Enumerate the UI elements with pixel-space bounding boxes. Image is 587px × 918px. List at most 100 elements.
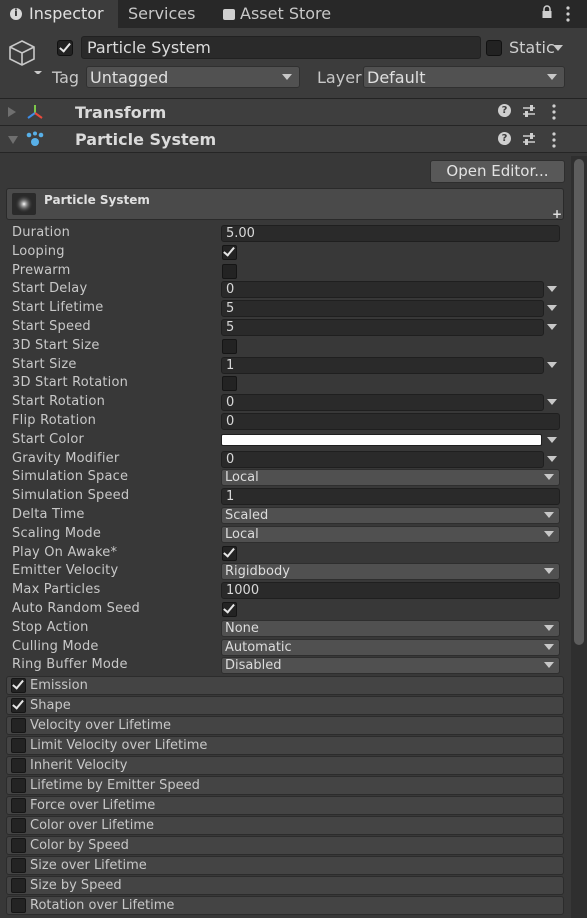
- emitter-velocity-dropdown[interactable]: Rigidbody: [221, 563, 560, 581]
- transform-component-header[interactable]: Transform ?: [0, 99, 587, 126]
- vertical-scrollbar[interactable]: [571, 156, 587, 918]
- main-module-header[interactable]: Particle System +: [6, 188, 564, 221]
- open-editor-button[interactable]: Open Editor...: [430, 160, 565, 183]
- tag-dropdown[interactable]: Untagged: [86, 66, 300, 88]
- scrollbar-thumb[interactable]: [574, 159, 584, 645]
- module-inherit-velocity[interactable]: Inherit Velocity: [6, 756, 564, 775]
- module-lifetime-by-emitter-speed[interactable]: Lifetime by Emitter Speed: [6, 776, 564, 795]
- play-on-awake-checkbox[interactable]: [222, 545, 237, 561]
- help-icon[interactable]: ?: [498, 132, 511, 145]
- particle-system-component-header[interactable]: Particle System ?: [0, 126, 587, 153]
- property-row-start-rotation: Start Rotation 0: [0, 393, 568, 412]
- property-row-play-on-awake: Play On Awake*: [0, 544, 568, 563]
- property-row-looping: Looping: [0, 243, 568, 262]
- culling-mode-dropdown[interactable]: Automatic: [221, 638, 560, 656]
- ring-buffer-mode-dropdown[interactable]: Disabled: [221, 657, 560, 675]
- module-enable-checkbox[interactable]: [11, 858, 26, 873]
- module-label: Lifetime by Emitter Speed: [30, 778, 200, 793]
- object-name-field[interactable]: Particle System: [81, 36, 481, 59]
- start-speed-field[interactable]: 5: [221, 319, 544, 336]
- property-row-delta-time: Delta Time Scaled: [0, 506, 568, 525]
- 3d-start-size-checkbox[interactable]: [222, 338, 237, 354]
- module-label: Force over Lifetime: [30, 798, 156, 813]
- curve-mode-dropdown-icon[interactable]: [547, 361, 557, 368]
- property-row-start-color: Start Color: [0, 431, 568, 450]
- looping-checkbox[interactable]: [222, 244, 237, 260]
- module-size-by-speed[interactable]: Size by Speed: [6, 876, 564, 895]
- module-enable-checkbox[interactable]: [11, 718, 26, 733]
- duration-field[interactable]: 5.00: [221, 225, 560, 242]
- start-delay-field[interactable]: 0: [221, 281, 544, 299]
- 3d-start-rotation-checkbox[interactable]: [222, 376, 237, 392]
- delta-time-dropdown[interactable]: Scaled: [221, 507, 560, 524]
- scaling-mode-dropdown[interactable]: Local: [221, 525, 560, 543]
- curve-mode-dropdown-icon[interactable]: [547, 286, 557, 293]
- start-rotation-field[interactable]: 0: [221, 394, 544, 412]
- color-mode-dropdown-icon[interactable]: [547, 436, 557, 443]
- curve-mode-dropdown-icon[interactable]: [547, 399, 557, 406]
- tag-label: Tag: [52, 68, 80, 87]
- module-enable-checkbox[interactable]: [11, 838, 26, 853]
- add-plus-icon[interactable]: +: [552, 207, 562, 221]
- collapse-triangle-icon[interactable]: [8, 107, 16, 117]
- curve-mode-dropdown-icon[interactable]: [547, 305, 557, 312]
- property-row-3d-start-rotation: 3D Start Rotation: [0, 374, 568, 393]
- module-color-over-lifetime[interactable]: Color over Lifetime: [6, 816, 564, 835]
- simulation-space-dropdown[interactable]: Local: [221, 469, 560, 487]
- gravity-modifier-field[interactable]: 0: [221, 450, 544, 468]
- kebab-menu-icon[interactable]: [566, 6, 570, 22]
- help-icon[interactable]: ?: [498, 104, 511, 117]
- preset-sliders-icon[interactable]: [522, 104, 536, 122]
- module-enable-checkbox[interactable]: [11, 778, 26, 793]
- property-label: Flip Rotation: [12, 413, 97, 428]
- module-enable-checkbox[interactable]: [11, 698, 26, 713]
- module-shape[interactable]: Shape: [6, 696, 564, 715]
- property-row-start-size: Start Size 1: [0, 356, 568, 375]
- curve-mode-dropdown-icon[interactable]: [547, 324, 557, 330]
- chevron-down-icon: [547, 74, 557, 80]
- module-enable-checkbox[interactable]: [11, 898, 26, 913]
- module-enable-checkbox[interactable]: [11, 798, 26, 813]
- module-rotation-over-lifetime[interactable]: Rotation over Lifetime: [6, 896, 564, 915]
- start-color-swatch[interactable]: [221, 433, 542, 446]
- stop-action-dropdown[interactable]: None: [221, 619, 560, 637]
- active-checkbox[interactable]: [57, 40, 73, 56]
- module-limit-velocity-over-lifetime[interactable]: Limit Velocity over Lifetime: [6, 736, 564, 755]
- preset-sliders-icon[interactable]: [522, 132, 536, 150]
- module-velocity-over-lifetime[interactable]: Velocity over Lifetime: [6, 716, 564, 735]
- auto-random-seed-checkbox[interactable]: [222, 602, 237, 617]
- stop-action-dropdown-value: None: [225, 620, 259, 636]
- module-emission[interactable]: Emission: [6, 676, 564, 695]
- expand-triangle-icon[interactable]: [8, 136, 18, 144]
- module-enable-checkbox[interactable]: [11, 818, 26, 833]
- static-dropdown-icon[interactable]: [553, 45, 563, 51]
- max-particles-field[interactable]: 1000: [221, 582, 560, 600]
- curve-mode-dropdown-icon[interactable]: [547, 455, 557, 462]
- chevron-down-icon: [544, 512, 554, 518]
- start-lifetime-field[interactable]: 5: [221, 300, 544, 318]
- main-module-title: Particle System: [44, 193, 150, 207]
- tab-asset-store[interactable]: Asset Store: [214, 0, 344, 28]
- simulation-speed-field[interactable]: 1: [221, 488, 560, 506]
- prewarm-checkbox[interactable]: [222, 263, 237, 279]
- property-label: Max Particles: [12, 582, 101, 598]
- module-size-over-lifetime[interactable]: Size over Lifetime: [6, 856, 564, 875]
- module-enable-checkbox[interactable]: [11, 678, 26, 693]
- flip-rotation-field[interactable]: 0: [221, 413, 560, 430]
- start-size-field[interactable]: 1: [221, 356, 544, 374]
- module-color-by-speed[interactable]: Color by Speed: [6, 836, 564, 855]
- tab-inspector[interactable]: i Inspector: [0, 0, 118, 28]
- lock-icon[interactable]: [541, 5, 553, 19]
- module-force-over-lifetime[interactable]: Force over Lifetime: [6, 796, 564, 815]
- module-label: Shape: [30, 698, 71, 713]
- kebab-menu-icon[interactable]: [552, 132, 556, 152]
- layer-dropdown[interactable]: Default: [363, 66, 565, 88]
- tab-services[interactable]: Services: [118, 0, 214, 28]
- module-enable-checkbox[interactable]: [11, 738, 26, 753]
- module-enable-checkbox[interactable]: [11, 878, 26, 893]
- gameobject-cube-icon[interactable]: [7, 38, 43, 75]
- kebab-menu-icon[interactable]: [552, 104, 556, 124]
- module-enable-checkbox[interactable]: [11, 758, 26, 773]
- transform-title: Transform: [75, 103, 167, 122]
- static-checkbox[interactable]: [486, 40, 502, 56]
